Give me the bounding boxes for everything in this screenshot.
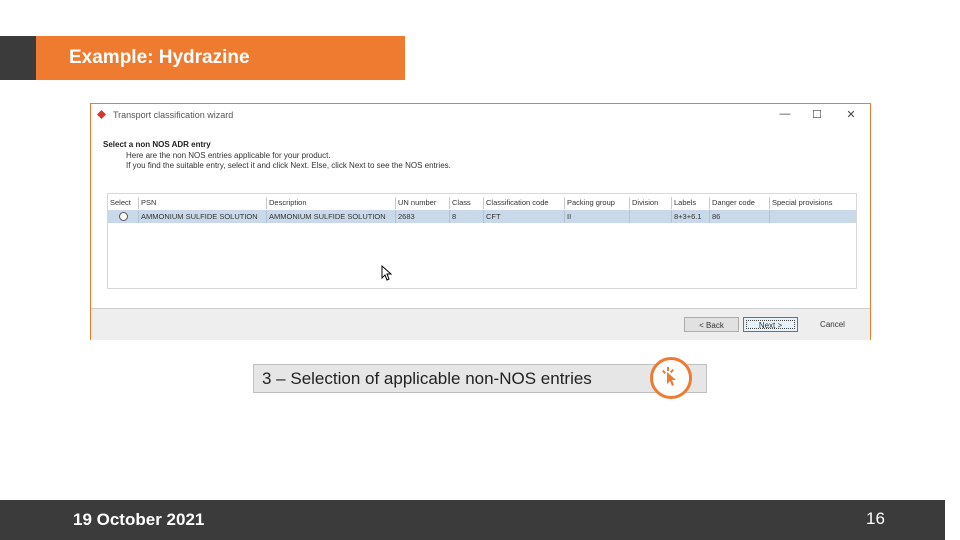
labels-cell: 8+3+6.1: [671, 210, 709, 223]
table-row[interactable]: AMMONIUM SULFIDE SOLUTION AMMONIUM SULFI…: [108, 210, 856, 223]
minimize-button[interactable]: —: [777, 108, 793, 120]
col-header-labels[interactable]: Labels: [671, 197, 709, 209]
caption-text: 3 – Selection of applicable non-NOS entr…: [262, 369, 592, 388]
click-hand-icon: [650, 357, 692, 399]
wizard-heading: Select a non NOS ADR entry: [103, 140, 211, 149]
close-button[interactable]: ✕: [843, 108, 859, 121]
col-header-division[interactable]: Division: [629, 197, 671, 209]
description-cell: AMMONIUM SULFIDE SOLUTION: [266, 210, 395, 223]
slide-date: 19 October 2021: [73, 510, 205, 529]
page-number: 16: [866, 509, 885, 528]
transport-classification-wizard: Transport classification wizard — ☐ ✕ Se…: [90, 103, 871, 340]
special-provisions-cell: [769, 210, 856, 223]
col-header-description[interactable]: Description: [266, 197, 395, 209]
wizard-button-bar: < Back Next > Cancel: [91, 308, 870, 340]
next-button-focus-ring: [746, 320, 795, 329]
col-header-packing-group[interactable]: Packing group: [564, 197, 629, 209]
packing-group-cell: II: [564, 210, 629, 223]
col-header-psn[interactable]: PSN: [138, 197, 266, 209]
footer-bar: 19 October 2021 16: [0, 500, 945, 540]
col-header-special-provisions[interactable]: Special provisions: [769, 197, 856, 209]
danger-code-cell: 86: [709, 210, 769, 223]
col-header-select[interactable]: Select: [108, 197, 138, 209]
window-titlebar: Transport classification wizard — ☐ ✕: [91, 104, 870, 128]
col-header-class[interactable]: Class: [449, 197, 483, 209]
col-header-un-number[interactable]: UN number: [395, 197, 449, 209]
back-button[interactable]: < Back: [684, 317, 739, 332]
col-header-danger-code[interactable]: Danger code: [709, 197, 769, 209]
next-button[interactable]: Next >: [743, 317, 798, 332]
select-radio[interactable]: [119, 212, 128, 221]
grid-header: Select PSN Description UN number Class C…: [108, 197, 856, 209]
wizard-description-1: Here are the non NOS entries applicable …: [126, 151, 331, 160]
wizard-description-2: If you find the suitable entry, select i…: [126, 161, 451, 170]
col-header-classification-code[interactable]: Classification code: [483, 197, 564, 209]
classification-code-cell: CFT: [483, 210, 564, 223]
click-hand-glyph-icon: [661, 367, 676, 386]
window-title: Transport classification wizard: [113, 110, 234, 120]
entries-grid: Select PSN Description UN number Class C…: [107, 193, 857, 289]
division-cell: [629, 210, 671, 223]
slide-title: Example: Hydrazine: [36, 36, 405, 80]
cancel-button[interactable]: Cancel: [805, 317, 860, 332]
header-accent-block: [0, 36, 36, 80]
un-number-cell: 2683: [395, 210, 449, 223]
maximize-button[interactable]: ☐: [809, 108, 825, 121]
class-cell: 8: [449, 210, 483, 223]
mouse-pointer-icon: [381, 265, 392, 281]
caption-box: 3 – Selection of applicable non-NOS entr…: [253, 357, 707, 399]
select-cell[interactable]: [108, 210, 138, 223]
psn-cell: AMMONIUM SULFIDE SOLUTION: [138, 210, 266, 223]
app-logo-icon: [97, 110, 106, 119]
